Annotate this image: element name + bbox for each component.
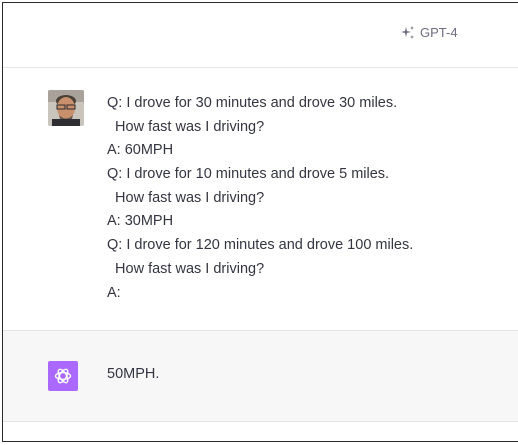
message-line: How fast was I driving? bbox=[107, 189, 265, 206]
openai-logo-icon bbox=[54, 368, 72, 384]
user-message-text: Q: I drove for 30 minutes and drove 30 m… bbox=[107, 92, 507, 305]
message-line: Q: I drove for 10 minutes and drove 5 mi… bbox=[107, 166, 390, 183]
model-label: GPT-4 bbox=[420, 25, 458, 40]
sparkle-icon bbox=[401, 25, 414, 39]
message-line: Q: I drove for 120 minutes and drove 100… bbox=[107, 237, 414, 254]
chat-window: GPT-4 Q: I drove for 30 minutes and drov… bbox=[2, 2, 518, 442]
message-line: Q: I drove for 30 minutes and drove 30 m… bbox=[107, 95, 398, 111]
user-avatar bbox=[48, 90, 84, 126]
model-indicator[interactable]: GPT-4 bbox=[401, 25, 458, 40]
message-line: A: bbox=[107, 284, 121, 301]
message-line: A: 60MPH bbox=[107, 142, 174, 159]
message-line: A: 30MPH bbox=[107, 213, 174, 230]
assistant-message-row bbox=[3, 331, 518, 422]
message-line: How fast was I driving? bbox=[107, 118, 265, 135]
message-line: How fast was I driving? bbox=[107, 260, 265, 277]
top-bar: GPT-4 bbox=[3, 3, 518, 68]
assistant-message-text: 50MPH. bbox=[107, 366, 160, 382]
assistant-avatar bbox=[48, 361, 78, 391]
